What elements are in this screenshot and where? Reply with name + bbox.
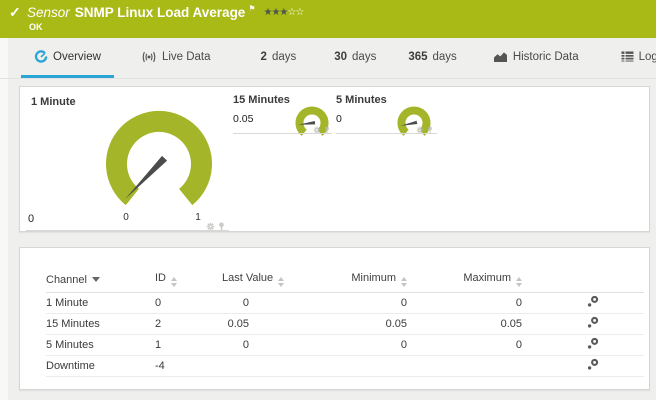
tab-30-days[interactable]: 30 days: [321, 38, 389, 78]
gauge-icon: [34, 49, 48, 63]
channel-settings-icon[interactable]: [586, 295, 599, 311]
priority-flag-icon[interactable]: ⚑: [248, 4, 255, 13]
gauge-divider: [26, 230, 229, 231]
bar-chart-icon: [493, 51, 507, 62]
channels-table: Channel ID Last Value Minimum Maximum 1 …: [46, 268, 644, 377]
cell-id: -4: [155, 355, 222, 377]
cell-last-value: 0: [222, 334, 249, 356]
cell-id: 1: [155, 334, 222, 356]
cell-id: 0: [155, 292, 222, 314]
cell-minimum: 0: [249, 292, 407, 314]
priority-stars[interactable]: ★★★☆☆: [263, 7, 305, 18]
cell-channel: 1 Minute: [46, 292, 155, 314]
sort-icon: [516, 277, 522, 288]
tab-historic-data[interactable]: Historic Data: [480, 38, 592, 78]
col-header-id[interactable]: ID: [155, 268, 222, 293]
cell-minimum: [249, 355, 407, 377]
cell-maximum: 0: [407, 292, 522, 314]
gauge-scale-max: 1: [195, 212, 201, 223]
sensor-status-bar: ✓ Sensor SNMP Linux Load Average ⚑ ★★★☆☆ OK: [0, 0, 656, 38]
cell-minimum: 0: [249, 334, 407, 356]
sort-icon: [171, 277, 177, 288]
object-kind-label: Sensor: [27, 5, 70, 20]
tab-label: Live Data: [161, 50, 211, 63]
col-header-last-value[interactable]: Last Value: [222, 268, 285, 293]
tab-live-data[interactable]: Live Data: [128, 38, 224, 78]
tab-log[interactable]: Log: [608, 38, 656, 78]
channel-settings-icon[interactable]: [586, 337, 599, 353]
channel-settings-icon[interactable]: [586, 316, 599, 332]
gauge-value-5-minutes: 0: [336, 113, 342, 125]
channel-settings-icon[interactable]: [586, 358, 599, 374]
tab-number: 365: [408, 50, 428, 63]
tab-number: 2: [260, 50, 267, 63]
sort-icon: [278, 277, 285, 288]
stars-empty: ☆☆: [287, 7, 304, 18]
stars-filled: ★★★: [263, 7, 289, 18]
status-badge: OK: [29, 22, 43, 32]
col-label: ID: [155, 272, 166, 285]
cell-last-value: 0: [222, 292, 249, 314]
status-check-icon: ✓: [9, 4, 21, 20]
tab-365-days[interactable]: 365 days: [395, 38, 469, 78]
tab-label: days: [271, 50, 297, 63]
sensor-name: SNMP Linux Load Average: [74, 5, 246, 20]
gauge-1-minute: 0 1: [106, 111, 212, 223]
log-table-icon: [621, 51, 634, 62]
tab-label: Log: [638, 50, 656, 63]
tab-label: Overview: [53, 50, 101, 63]
gauge-15-minutes: [295, 106, 329, 136]
col-label: Minimum: [351, 272, 396, 285]
sort-desc-icon: [91, 276, 100, 282]
cell-channel: 15 Minutes: [46, 313, 155, 335]
left-gutter: [0, 38, 8, 400]
table-row: Downtime -4: [46, 355, 644, 377]
table-row: 5 Minutes 1 0 0 0: [46, 334, 644, 356]
channels-panel: Channel ID Last Value Minimum Maximum 1 …: [19, 247, 650, 390]
col-label: Last Value: [222, 272, 274, 285]
cell-channel: 5 Minutes: [46, 334, 155, 356]
table-header-row: Channel ID Last Value Minimum Maximum: [46, 268, 644, 293]
col-header-maximum[interactable]: Maximum: [407, 268, 522, 293]
cell-id: 2: [155, 313, 222, 335]
sensor-tabs: Overview Live Data 2 days 30 days 365 da…: [0, 38, 656, 79]
gauge-scale-min: 0: [123, 212, 129, 223]
gauge-5-minutes: [397, 106, 431, 136]
cell-maximum: 0: [407, 334, 522, 356]
cell-maximum: [407, 355, 522, 377]
cell-channel: Downtime: [46, 355, 155, 377]
gauge-value-15-minutes: 0.05: [233, 113, 254, 125]
tab-number: 30: [334, 50, 348, 63]
gauge-value-1-minute: 0: [28, 213, 35, 225]
live-signal-icon: [142, 51, 156, 62]
tab-label: days: [352, 50, 377, 63]
table-row: 15 Minutes 2 0.05 0.05 0.05: [46, 313, 644, 335]
cell-last-value: [222, 355, 249, 377]
gauge-divider: [233, 133, 332, 134]
col-header-actions: [522, 268, 644, 293]
cell-last-value: 0.05: [222, 313, 249, 335]
sort-icon: [401, 277, 407, 288]
sensor-title-line: Sensor SNMP Linux Load Average ⚑ ★★★☆☆: [27, 4, 305, 20]
gauge-divider: [336, 133, 437, 134]
gauge-title-15-minutes: 15 Minutes: [233, 94, 290, 106]
col-label: Channel: [46, 273, 87, 286]
tab-overview[interactable]: Overview: [21, 38, 114, 78]
col-header-channel[interactable]: Channel: [46, 268, 155, 293]
cell-maximum: 0.05: [407, 313, 522, 335]
col-label: Maximum: [463, 272, 511, 285]
cell-minimum: 0.05: [249, 313, 407, 335]
tab-label: days: [432, 50, 457, 63]
gauge-title-1-minute: 1 Minute: [31, 96, 76, 108]
tab-2-days[interactable]: 2 days: [248, 38, 310, 78]
gauge-title-5-minutes: 5 Minutes: [336, 94, 387, 106]
table-row: 1 Minute 0 0 0 0: [46, 292, 644, 314]
tab-label: Historic Data: [512, 50, 579, 63]
gauges-panel: 1 Minute 0 1 0 15 Minutes 0.05 5 Minutes: [19, 86, 650, 232]
